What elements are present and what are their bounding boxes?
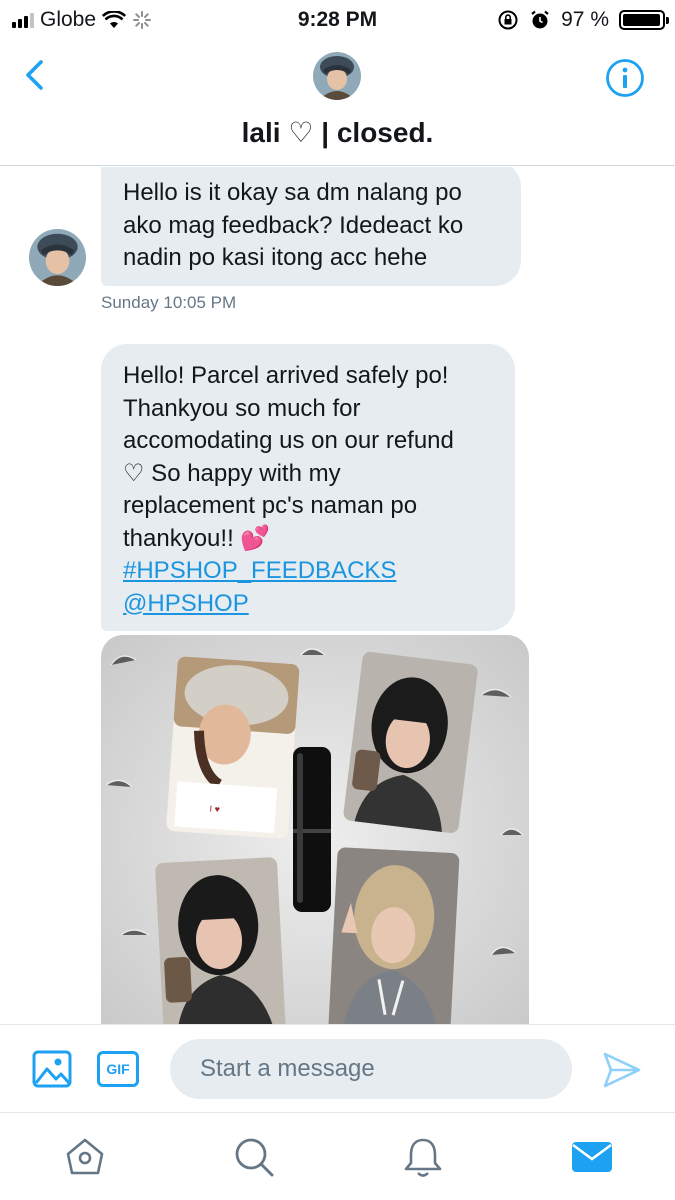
conversation-header: lali ♡ | closed. — [0, 40, 675, 166]
rotation-lock-icon — [498, 10, 518, 30]
message-text: Hello! Parcel arrived safely po! — [123, 362, 449, 389]
message-composer: GIF — [0, 1024, 675, 1112]
avatar-image — [313, 52, 361, 100]
message-text: Hello is it okay sa dm nalang po — [123, 179, 462, 206]
add-photo-icon[interactable] — [32, 1050, 72, 1088]
conversation-title[interactable]: lali ♡ | closed. — [0, 116, 675, 149]
status-bar: Globe 9:28 PM 97 % — [0, 0, 675, 40]
message-timestamp: Sunday 10:05 PM — [101, 293, 237, 312]
sender-avatar[interactable] — [29, 229, 86, 286]
back-button[interactable] — [20, 58, 54, 92]
messages-mail-icon[interactable] — [570, 1135, 614, 1179]
notifications-bell-icon[interactable] — [401, 1135, 445, 1179]
info-icon[interactable] — [605, 58, 645, 98]
message-text: accomodating us on our refund — [123, 427, 454, 454]
message-text: nadin po kasi itong acc hehe — [123, 244, 428, 271]
battery-icon — [619, 10, 669, 30]
bottom-tab-bar — [0, 1112, 675, 1200]
home-icon[interactable] — [63, 1135, 107, 1179]
photocards-image: I ♥ — [101, 635, 529, 1024]
message-list[interactable]: Hello is it okay sa dm nalang po ako mag… — [0, 167, 675, 1024]
message-input[interactable] — [170, 1039, 572, 1099]
battery-percent: 97 % — [561, 8, 609, 31]
alarm-icon — [531, 10, 549, 29]
attached-photo[interactable]: I ♥ — [101, 635, 529, 1024]
header-avatar[interactable] — [313, 52, 361, 100]
message-text: replacement pc's naman po — [123, 492, 418, 519]
hashtag-link[interactable]: #HPSHOP_FEEDBACKS — [123, 557, 396, 584]
status-right: 97 % — [497, 8, 669, 32]
gif-button[interactable]: GIF — [97, 1051, 139, 1087]
svg-text:I ♥: I ♥ — [209, 804, 220, 815]
message-bubble[interactable]: Hello is it okay sa dm nalang po ako mag… — [101, 167, 521, 286]
message-text: ako mag feedback? Idedeact ko — [123, 211, 464, 239]
message-text: Thankyou so much for — [123, 394, 361, 422]
send-icon[interactable] — [602, 1050, 642, 1090]
mention-link[interactable]: @HPSHOP — [123, 590, 249, 617]
search-icon[interactable] — [232, 1135, 276, 1179]
message-bubble[interactable]: Hello! Parcel arrived safely po! Thankyo… — [101, 344, 515, 631]
avatar-image — [29, 229, 86, 286]
message-text: ♡ So happy with my — [123, 459, 341, 487]
message-text: thankyou!! 💕 — [123, 524, 271, 552]
